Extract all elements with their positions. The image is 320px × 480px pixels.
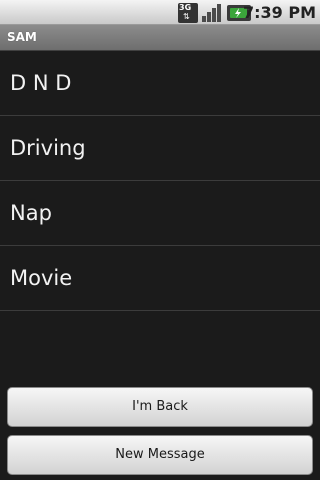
list-item-dnd[interactable]: D N D: [0, 51, 320, 116]
list-item-label: Driving: [10, 136, 86, 160]
list-item-label: D N D: [10, 71, 72, 95]
status-bar: 3G ⇅ 7:39 PM: [0, 0, 320, 25]
status-list: D N D Driving Nap Movie: [0, 51, 320, 311]
title-bar: SAM: [0, 25, 320, 51]
clock-time: 7:39 PM: [242, 3, 316, 22]
new-message-button[interactable]: New Message: [7, 435, 313, 475]
list-item-label: Nap: [10, 201, 52, 225]
3g-icon: 3G ⇅: [178, 3, 198, 23]
app-title: SAM: [7, 30, 37, 44]
list-item-label: Movie: [10, 266, 73, 290]
list-item-driving[interactable]: Driving: [0, 116, 320, 181]
list-item-nap[interactable]: Nap: [0, 181, 320, 246]
list-item-movie[interactable]: Movie: [0, 246, 320, 311]
im-back-button[interactable]: I'm Back: [7, 387, 313, 427]
network-type-label: 3G: [179, 3, 192, 12]
data-activity-icon: ⇅: [183, 12, 190, 21]
signal-icon: [202, 4, 221, 22]
app-screen: 3G ⇅ 7:39 PM SAM D N D Driving Nap Movie…: [0, 0, 320, 480]
